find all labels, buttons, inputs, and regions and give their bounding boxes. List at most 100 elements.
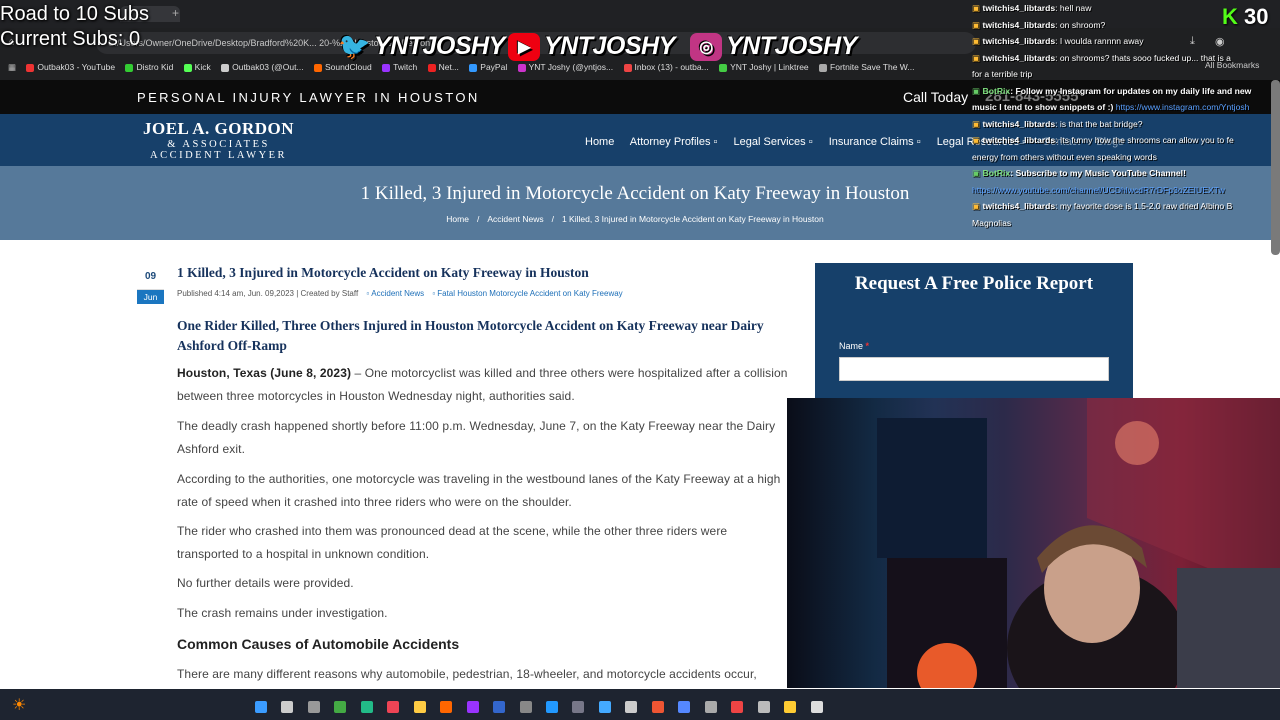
chat-badge-icon: ▣ (972, 3, 983, 13)
breadcrumb-home[interactable]: Home (446, 214, 469, 224)
name-label: Name * (839, 341, 869, 351)
webcam-scene (877, 398, 1280, 688)
discord-icon[interactable] (678, 700, 691, 713)
chat-message: ▣ twitchis4_libtards: my favorite dose i… (972, 198, 1280, 215)
logo-line-2: & ASSOCIATES (167, 139, 270, 150)
settings-icon[interactable] (757, 700, 770, 713)
steam-icon[interactable] (598, 700, 611, 713)
chat-badge-icon: ▣ (972, 118, 983, 129)
gmail-icon (623, 63, 632, 72)
paragraph-3: According to the authorities, one motorc… (177, 472, 781, 509)
paragraph-2: The deadly crash happened shortly before… (177, 419, 776, 456)
netflix-icon (427, 63, 436, 72)
chat-link[interactable]: https://www.youtube.com/channel/UCDhlwcd… (972, 185, 1225, 195)
obs-icon[interactable] (387, 700, 400, 713)
post-date-month: Jun (137, 290, 164, 304)
chat-text: : Its funny how the shrooms can allow yo… (1055, 135, 1234, 145)
viewer-count: K 30 (1222, 4, 1269, 30)
chat-message: Magnolias (972, 215, 1280, 232)
chat-username[interactable]: twitchis4_libtards (983, 201, 1056, 211)
chat-username[interactable]: twitchis4_libtards (983, 20, 1056, 30)
weather-icon[interactable]: ☀ (12, 695, 26, 715)
bookmark[interactable]: Kick (183, 58, 211, 76)
vsr-icon[interactable] (519, 700, 532, 713)
category-link[interactable]: Accident News (371, 289, 424, 298)
article-title[interactable]: 1 Killed, 3 Injured in Motorcycle Accide… (177, 265, 589, 281)
task-view-icon[interactable] (307, 700, 320, 713)
app-icon[interactable] (651, 700, 664, 713)
breadcrumb-accident-news[interactable]: Accident News (487, 214, 543, 224)
subgoal-count: Current Subs: 0 (0, 28, 141, 50)
keyboard-icon[interactable] (625, 700, 638, 713)
app-icon[interactable] (572, 700, 585, 713)
chat-badge-icon: ▣ (972, 135, 983, 145)
chat-username[interactable]: BotRix (983, 86, 1011, 96)
chat-text: : I woulda rannnn away (1055, 36, 1144, 46)
breadcrumb-current: 1 Killed, 3 Injured in Motorcycle Accide… (561, 214, 824, 224)
paragraph-5: No further details were provided. (177, 576, 354, 590)
name-field[interactable] (839, 357, 1109, 381)
post-date-day: 09 (137, 264, 164, 290)
chrome-icon[interactable] (334, 700, 347, 713)
section-heading: Common Causes of Automobile Accidents (177, 636, 460, 652)
chat-message: ▣ BotRix: Subscribe to my Music YouTube … (972, 165, 1280, 182)
search-icon[interactable] (281, 700, 294, 713)
dateline: Houston, Texas (June 8, 2023) (177, 366, 352, 380)
chat-message: for a terrible trip (972, 66, 1280, 83)
chat-message: ▣ twitchis4_libtards: is that the bat br… (972, 116, 1280, 133)
instagram-icon (517, 63, 526, 72)
viewer-count-value: 30 (1244, 4, 1269, 29)
tag-icon: ▫ (432, 289, 436, 298)
twitch-icon (382, 63, 391, 72)
chat-username[interactable]: twitchis4_libtards (983, 135, 1056, 145)
logo-line-1: JOEL A. GORDON (143, 119, 295, 138)
linktree-icon (719, 63, 728, 72)
site-logo[interactable]: JOEL A. GORDON & ASSOCIATES ACCIDENT LAW… (143, 119, 294, 161)
nav-legal-services[interactable]: Legal Services ▫ (734, 136, 813, 148)
subgoal-title: Road to 10 Subs (0, 3, 149, 25)
app-icon[interactable] (810, 700, 823, 713)
form-title: Request A Free Police Report (854, 273, 1094, 294)
webcam-feed (787, 398, 1280, 688)
soundcloud-icon (313, 63, 322, 72)
apps-icon[interactable]: ▦ (8, 58, 16, 76)
chat-text: : Follow my Instagram for updates on my … (1010, 85, 1252, 96)
chat-badge-icon: ▣ (972, 201, 983, 211)
chat-message: ▣ BotRix: Follow my Instagram for update… (972, 83, 1280, 100)
paragraph-7: There are many different reasons why aut… (177, 667, 757, 681)
youtube-icon: ▶ (508, 32, 540, 61)
help-icon[interactable] (704, 700, 717, 713)
app-icon[interactable] (731, 700, 744, 713)
bookmark[interactable]: Outbak03 (@Out... (221, 58, 304, 76)
chat-text: Magnolias (972, 217, 1012, 228)
article-subheading: One Rider Killed, Three Others Injured i… (177, 318, 764, 353)
new-tab-icon[interactable]: + (172, 6, 179, 20)
nav-insurance-claims[interactable]: Insurance Claims ▫ (829, 136, 921, 148)
edge-icon[interactable] (360, 700, 373, 713)
tag-link[interactable]: Fatal Houston Motorcycle Accident on Kat… (437, 289, 622, 298)
chat-username[interactable]: BotRix (983, 168, 1011, 178)
nav-home[interactable]: Home (585, 136, 614, 148)
chat-link[interactable]: https://www.instagram.com/Yntjosh (1113, 102, 1250, 112)
kick-icon: K (1222, 4, 1238, 29)
bookmark[interactable]: Outbak03 - YouTube (26, 58, 115, 76)
chat-username[interactable]: twitchis4_libtards (983, 3, 1056, 13)
chat-message: ▣ twitchis4_libtards: I woulda rannnn aw… (972, 33, 1280, 50)
youtube-icon (26, 63, 35, 72)
chat-text: energy from others without even speaking… (972, 151, 1157, 162)
social-youtube: ▶ YNTJOSHY (508, 32, 675, 61)
app-icon[interactable] (784, 700, 797, 713)
chat-username[interactable]: twitchis4_libtards (983, 53, 1056, 63)
folder-icon[interactable] (413, 700, 426, 713)
photoshop-icon[interactable] (545, 700, 558, 713)
chat-text: for a terrible trip (972, 69, 1033, 79)
chat-username[interactable]: twitchis4_libtards (983, 36, 1056, 46)
chat-username[interactable]: twitchis4_libtards (983, 119, 1056, 129)
start-icon[interactable] (255, 700, 267, 713)
nav-attorney-profiles[interactable]: Attorney Profiles ▫ (630, 136, 718, 148)
audition-icon[interactable] (466, 700, 479, 713)
premiere-icon[interactable] (493, 700, 506, 713)
chat-message: https://www.youtube.com/channel/UCDhlwcd… (972, 182, 1280, 199)
illustrator-icon[interactable] (440, 700, 453, 713)
bookmark[interactable]: Distro Kid (125, 58, 173, 76)
